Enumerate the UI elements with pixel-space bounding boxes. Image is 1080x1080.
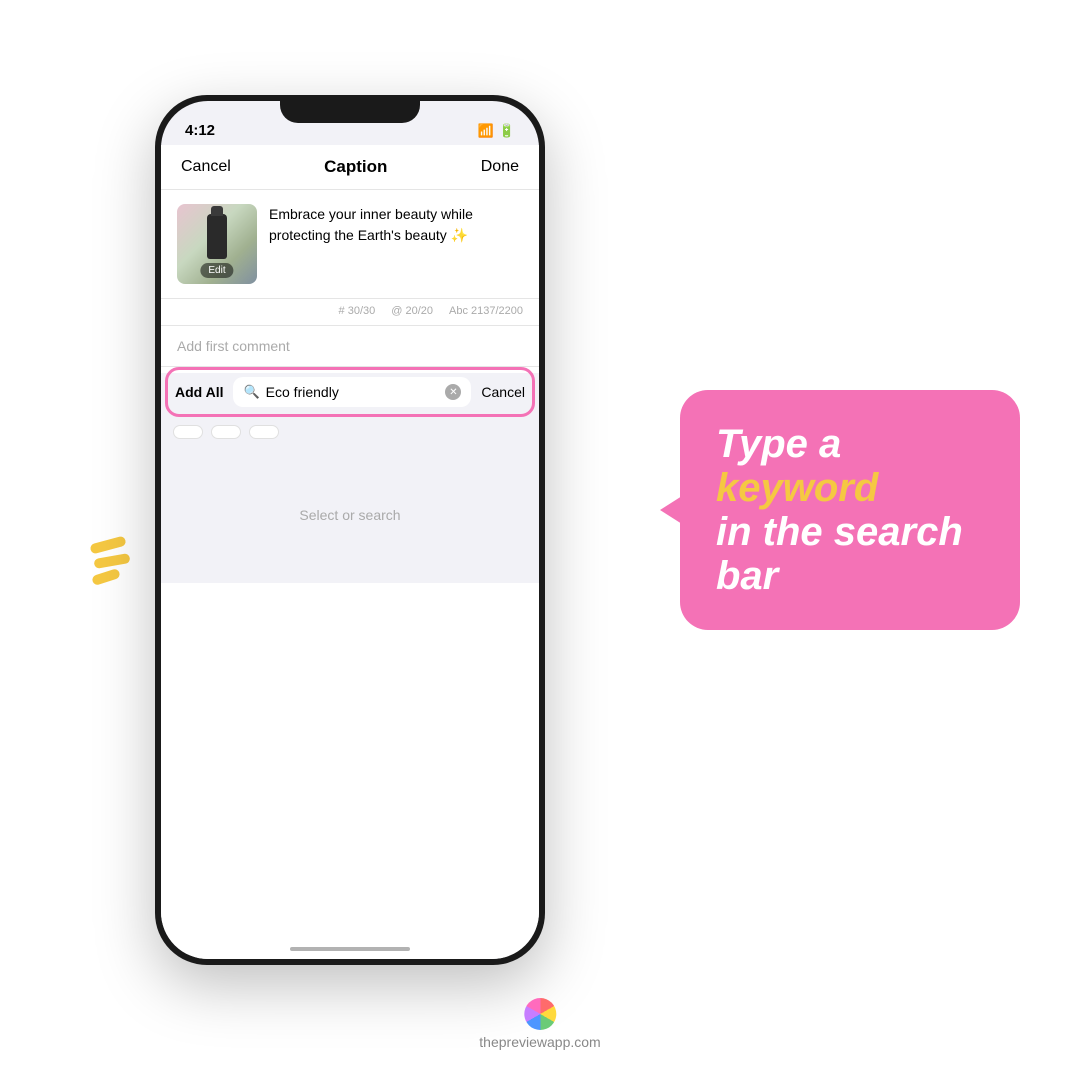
page: 4:12 📶 🔋 Cancel Caption Done [0, 0, 1080, 1080]
wifi-icon: 📶 [478, 123, 494, 139]
hashtag-section: Add All 🔍 Eco friendly ✕ Cancel [161, 373, 539, 583]
search-clear-button[interactable]: ✕ [445, 384, 461, 400]
app-content: Cancel Caption Done Edit Embrace your in… [161, 145, 539, 959]
search-icon: 🔍 [243, 384, 259, 400]
caption-area: Edit Embrace your inner beauty while pro… [161, 190, 539, 299]
search-input-container: 🔍 Eco friendly ✕ [233, 377, 471, 407]
phone-notch [280, 95, 420, 123]
search-bar-row: Add All 🔍 Eco friendly ✕ Cancel [173, 373, 527, 411]
caption-text[interactable]: Embrace your inner beauty while protecti… [269, 204, 523, 284]
add-all-button[interactable]: Add All [173, 384, 225, 400]
bubble-line-3: in the search bar [716, 510, 984, 598]
chip-3[interactable] [249, 425, 279, 439]
caption-stats: # 30/30 @ 20/20 Abc 2137/2200 [161, 299, 539, 326]
search-input[interactable]: Eco friendly [266, 384, 440, 400]
status-time: 4:12 [185, 122, 215, 139]
nav-done-button[interactable]: Done [481, 158, 519, 176]
nav-bar: Cancel Caption Done [161, 145, 539, 190]
bubble-line-1: Type a [716, 422, 984, 466]
edit-label[interactable]: Edit [200, 263, 233, 278]
app-logo [524, 998, 556, 1030]
mention-count: @ 20/20 [391, 305, 433, 317]
bottle-decoration [207, 214, 227, 259]
char-count: Abc 2137/2200 [449, 305, 523, 317]
decorative-squiggles [90, 540, 130, 588]
search-bar-wrapper: Add All 🔍 Eco friendly ✕ Cancel [173, 373, 527, 411]
nav-title: Caption [324, 157, 387, 177]
battery-icon: 🔋 [499, 123, 515, 139]
status-icons: 📶 🔋 [478, 123, 515, 139]
search-cancel-button[interactable]: Cancel [479, 384, 527, 400]
speech-bubble: Type a keyword in the search bar [680, 390, 1020, 630]
phone-mockup: 4:12 📶 🔋 Cancel Caption Done [155, 95, 545, 965]
post-thumbnail: Edit [177, 204, 257, 284]
bubble-line-2: keyword [716, 466, 984, 510]
add-comment[interactable]: Add first comment [161, 326, 539, 367]
hashtag-count: # 30/30 [339, 305, 376, 317]
empty-state: Select or search [161, 447, 539, 583]
footer: thepreviewapp.com [479, 998, 600, 1050]
chip-2[interactable] [211, 425, 241, 439]
chip-1[interactable] [173, 425, 203, 439]
home-indicator [290, 947, 410, 951]
footer-url: thepreviewapp.com [479, 1034, 600, 1050]
nav-cancel-button[interactable]: Cancel [181, 158, 231, 176]
category-chips [161, 417, 539, 447]
